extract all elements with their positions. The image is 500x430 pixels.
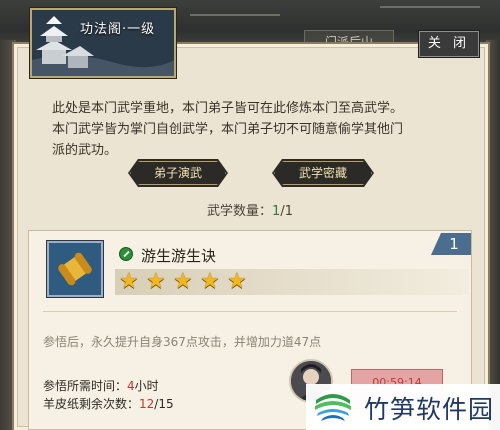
star-icon: ★ (227, 269, 247, 294)
card-divider (43, 311, 457, 312)
disciple-demo-label: 弟子演武 (153, 166, 202, 180)
skill-name: 游生游生诀 (141, 247, 217, 265)
close-button[interactable]: 关 闭 (418, 30, 480, 58)
skill-count: 武学数量：1/1 (0, 200, 500, 219)
martial-secret-button[interactable]: 武学密藏 (272, 159, 374, 187)
description-text: 此处是本门武学重地，本门弟子皆可在此修炼本门至高武学。 本门武学皆为掌门自创武学… (52, 98, 472, 161)
martial-secret-label: 武学密藏 (298, 166, 347, 180)
description-line: 派的武功。 (52, 143, 118, 158)
watermark: 竹笋软件园 (306, 384, 500, 430)
watermark-logo-icon (315, 389, 351, 425)
disciple-demo-button[interactable]: 弟子演武 (128, 159, 228, 187)
page-title: 功法阁·一级 (80, 22, 156, 37)
time-value: 4 (127, 379, 135, 393)
description-line: 本门武学皆为掌门自创武学，本门弟子切不可随意偷学其他门 (52, 122, 404, 137)
time-requirement: 参悟所需时间：4小时 (43, 377, 159, 394)
paper-remaining: 羊皮纸剩余次数：12/15 (43, 395, 174, 412)
skill-count-total: /1 (280, 204, 293, 219)
paper-value: 12 (139, 397, 155, 411)
star-icon: ★ (146, 269, 166, 294)
star-icon: ★ (119, 269, 139, 294)
skill-count-label: 武学数量： (207, 204, 273, 219)
description-line: 此处是本门武学重地，本门弟子皆可在此修炼本门至高武学。 (52, 101, 404, 116)
star-icon: ★ (200, 269, 220, 294)
skill-level-badge: 1 (431, 233, 471, 255)
scroll-icon (47, 241, 103, 297)
skill-effect: 参悟后，永久提升自身367点攻击，并增加力道47点 (43, 335, 322, 349)
time-unit: 小时 (134, 379, 159, 393)
star-rating-bar (115, 269, 469, 295)
skill-type-icon (119, 247, 133, 261)
pavilion-header: 功法阁·一级 (30, 8, 176, 78)
paper-label: 羊皮纸剩余次数： (43, 397, 140, 411)
star-icon: ★ (173, 269, 193, 294)
watermark-text: 竹笋软件园 (364, 395, 495, 424)
time-label: 参悟所需时间： (43, 379, 128, 393)
paper-total: /15 (154, 397, 174, 411)
